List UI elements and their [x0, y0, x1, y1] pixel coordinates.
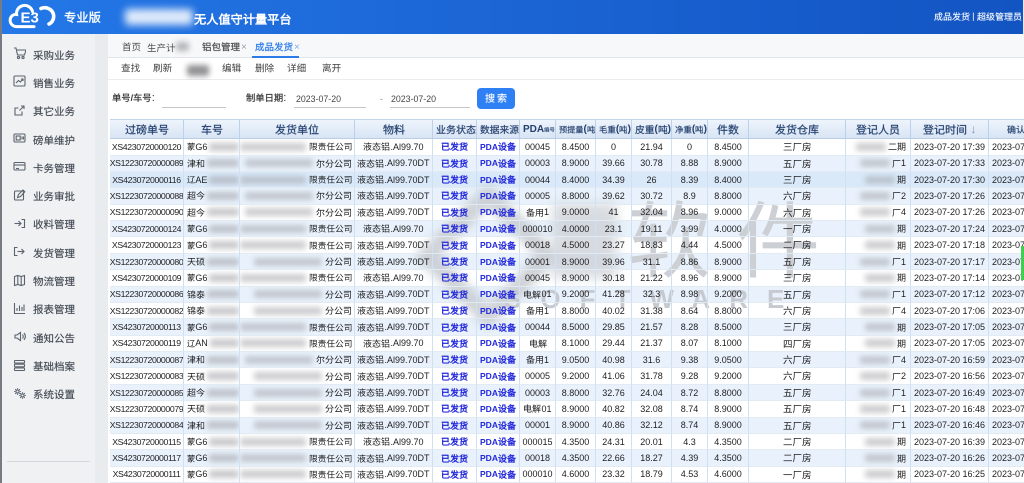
svg-text:E3: E3	[21, 10, 39, 27]
